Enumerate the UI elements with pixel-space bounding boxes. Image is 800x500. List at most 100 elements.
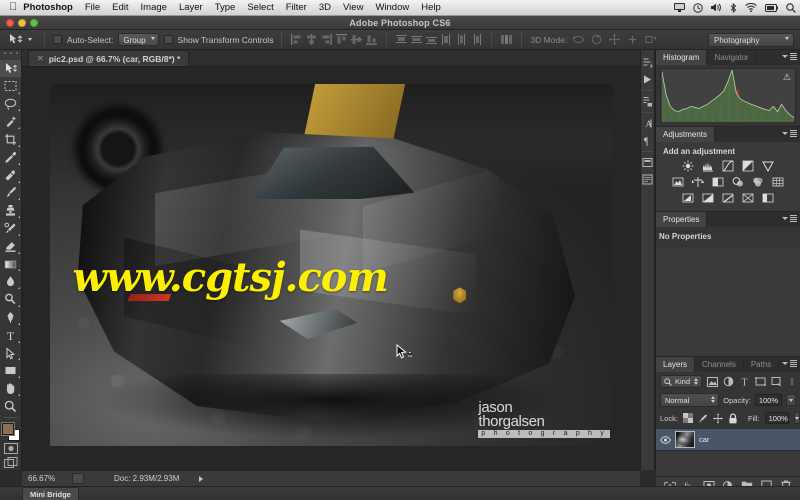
move-tool[interactable] xyxy=(0,59,21,78)
panel-menu-icon[interactable] xyxy=(782,215,797,222)
zoom-tool[interactable] xyxy=(0,397,21,415)
menu-item-select[interactable]: Select xyxy=(241,0,279,16)
distribute-vertical-centers-icon[interactable] xyxy=(410,33,423,47)
tab-layers[interactable]: Layers xyxy=(656,357,696,372)
distribute-bottom-edges-icon[interactable] xyxy=(425,33,438,47)
drag-3d-icon[interactable] xyxy=(608,33,621,47)
selective-color-icon[interactable] xyxy=(762,192,775,204)
rotate-3d-icon[interactable] xyxy=(572,33,585,47)
quick-selection-tool[interactable] xyxy=(0,113,21,131)
hand-tool[interactable] xyxy=(0,380,21,398)
display-icon[interactable] xyxy=(670,3,689,12)
panel-menu-icon[interactable] xyxy=(782,130,797,137)
distribute-left-edges-icon[interactable] xyxy=(440,33,453,47)
brush-tool[interactable] xyxy=(0,184,21,202)
horizontal-type-tool[interactable]: T xyxy=(0,326,21,344)
blend-mode-dropdown[interactable]: Normal xyxy=(660,393,720,407)
menu-item-filter[interactable]: Filter xyxy=(280,0,313,16)
history-brush-tool[interactable] xyxy=(0,220,21,238)
vibrance-icon[interactable] xyxy=(762,160,775,172)
path-selection-tool[interactable] xyxy=(0,344,21,362)
layer-visibility-icon[interactable] xyxy=(660,434,671,445)
layer-list[interactable]: car xyxy=(656,428,800,476)
filter-enable-icon[interactable] xyxy=(787,376,796,388)
opacity-slider-caret-icon[interactable] xyxy=(786,394,796,406)
invert-icon[interactable] xyxy=(682,192,695,204)
fill-input[interactable]: 100% xyxy=(764,412,789,424)
battery-icon[interactable] xyxy=(761,3,782,12)
character-styles-panel-icon[interactable] xyxy=(640,93,655,110)
threshold-icon[interactable] xyxy=(722,192,735,204)
filter-smart-object-icon[interactable] xyxy=(771,376,782,388)
opacity-input[interactable]: 100% xyxy=(754,394,782,406)
layer-filter-kind-dropdown[interactable]: Kind xyxy=(660,375,703,388)
canvas-area[interactable]: www.cgtsj.com jason thorgalsen p h o t o… xyxy=(22,67,640,470)
align-vertical-centers-icon[interactable] xyxy=(350,33,363,47)
rectangle-tool[interactable] xyxy=(0,362,21,380)
color-balance-icon[interactable] xyxy=(692,176,705,188)
channel-mixer-icon[interactable] xyxy=(752,176,765,188)
paragraph-panel-icon[interactable]: ¶ xyxy=(640,132,655,149)
tab-paths[interactable]: Paths xyxy=(744,357,780,372)
tab-adjustments[interactable]: Adjustments xyxy=(656,127,716,142)
eyedropper-tool[interactable] xyxy=(0,149,21,167)
slide-3d-icon[interactable] xyxy=(626,33,639,47)
levels-icon[interactable] xyxy=(702,160,715,172)
auto-select-scope-dropdown[interactable]: Group xyxy=(118,33,159,46)
menu-item-layer[interactable]: Layer xyxy=(173,0,209,16)
actions-panel-icon[interactable] xyxy=(640,71,655,88)
wifi-icon[interactable] xyxy=(741,3,761,12)
toolbar-grab-handle[interactable] xyxy=(3,52,18,58)
filter-shape-icon[interactable] xyxy=(755,376,767,388)
stepper-icon[interactable] xyxy=(694,378,699,385)
bluetooth-icon[interactable] xyxy=(726,2,741,13)
tab-properties[interactable]: Properties xyxy=(656,212,708,227)
scale-3d-icon[interactable] xyxy=(644,33,657,47)
screen-mode-icon[interactable] xyxy=(1,456,21,470)
menu-item-3d[interactable]: 3D xyxy=(313,0,337,16)
color-lookup-icon[interactable] xyxy=(772,176,785,188)
spot-healing-brush-tool[interactable] xyxy=(0,166,21,184)
status-arrow-icon[interactable] xyxy=(199,475,204,482)
blur-tool[interactable] xyxy=(0,273,21,291)
show-transform-controls-checkbox[interactable] xyxy=(163,35,173,44)
time-machine-icon[interactable] xyxy=(689,2,707,13)
layer-name[interactable]: car xyxy=(699,435,709,444)
lock-image-pixels-icon[interactable] xyxy=(698,413,708,424)
tool-preset-caret-icon[interactable] xyxy=(26,35,33,44)
rectangular-marquee-tool[interactable] xyxy=(0,77,21,95)
document-tab[interactable]: ✕ pic2.psd @ 66.7% (car, RGB/8*) * xyxy=(28,50,190,66)
lock-transparent-pixels-icon[interactable] xyxy=(682,413,693,424)
auto-align-layers-icon[interactable] xyxy=(500,33,513,47)
fill-slider-caret-icon[interactable] xyxy=(793,412,800,424)
notes-panel-icon[interactable] xyxy=(640,171,655,188)
panel-menu-icon[interactable] xyxy=(782,360,797,367)
workspace-dropdown[interactable]: Photography xyxy=(708,32,794,47)
align-right-edges-icon[interactable] xyxy=(320,33,333,47)
menu-item-help[interactable]: Help xyxy=(415,0,447,16)
align-horizontal-centers-icon[interactable] xyxy=(305,33,318,47)
pen-tool[interactable] xyxy=(0,309,21,327)
align-left-edges-icon[interactable] xyxy=(290,33,303,47)
document-image[interactable]: www.cgtsj.com jason thorgalsen p h o t o… xyxy=(50,84,613,446)
menu-item-type[interactable]: Type xyxy=(209,0,242,16)
stepper-icon[interactable] xyxy=(711,396,716,403)
histogram-plot[interactable]: ⚠ xyxy=(660,68,796,122)
apple-logo-icon[interactable]:  xyxy=(9,2,17,13)
close-icon[interactable]: ✕ xyxy=(37,54,44,63)
zoom-level-field[interactable]: 66.67% xyxy=(28,474,66,483)
lock-position-icon[interactable] xyxy=(712,413,723,424)
distribute-top-edges-icon[interactable] xyxy=(395,33,408,47)
color-swatches[interactable] xyxy=(1,422,21,442)
panel-menu-icon[interactable] xyxy=(782,53,797,60)
align-bottom-edges-icon[interactable] xyxy=(365,33,378,47)
dodge-tool[interactable] xyxy=(0,291,21,309)
menu-item-view[interactable]: View xyxy=(337,0,369,16)
menu-item-photoshop[interactable]: Photoshop xyxy=(17,0,79,16)
lock-all-icon[interactable] xyxy=(728,412,738,424)
menu-item-edit[interactable]: Edit xyxy=(106,0,134,16)
tab-navigator[interactable]: Navigator xyxy=(707,50,757,65)
tab-histogram[interactable]: Histogram xyxy=(656,50,708,65)
brightness-contrast-icon[interactable] xyxy=(682,160,695,172)
filter-adjustment-icon[interactable] xyxy=(723,376,734,388)
